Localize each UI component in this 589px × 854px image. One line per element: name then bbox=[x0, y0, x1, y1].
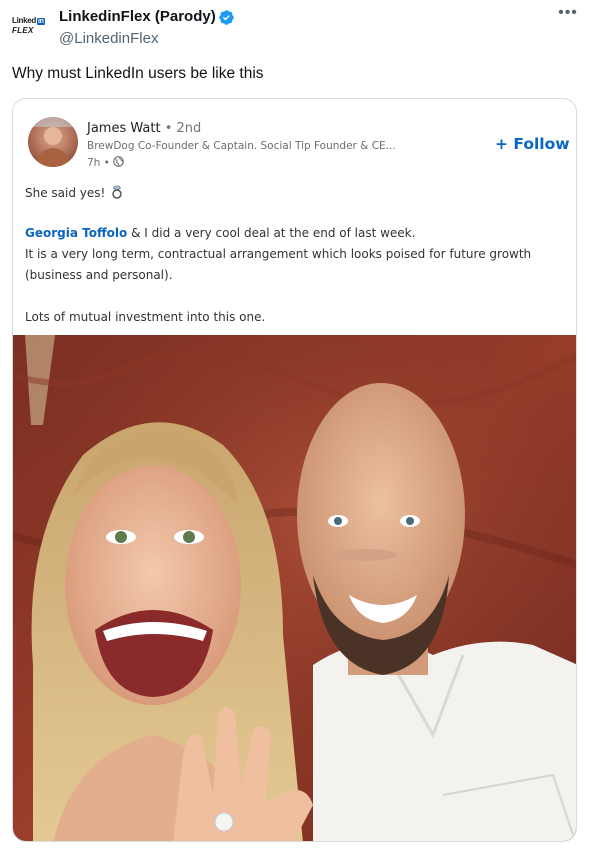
post-line-1: She said yes! bbox=[25, 185, 123, 200]
logo-text: Linked in bbox=[12, 16, 45, 25]
author-headline: BrewDog Co-Founder & Captain. Social Tip… bbox=[87, 140, 396, 152]
more-dots-icon[interactable]: ••• bbox=[558, 5, 578, 26]
post-time: 7h • bbox=[87, 156, 125, 169]
post-line-4: (business and personal). bbox=[25, 268, 173, 282]
globe-icon bbox=[113, 156, 125, 167]
account-name[interactable]: LinkedinFlex (Parody) bbox=[59, 8, 216, 25]
mention-link[interactable]: Georgia Toffolo bbox=[25, 226, 127, 240]
post-photo[interactable] bbox=[13, 335, 577, 842]
logo-flex-text: FLEX bbox=[12, 26, 34, 35]
author-name[interactable]: James Watt • 2nd bbox=[87, 121, 201, 136]
post-line-5: Lots of mutual investment into this one. bbox=[25, 310, 266, 324]
account-handle[interactable]: @LinkedinFlex bbox=[59, 30, 158, 47]
post-line-2: Georgia Toffolo & I did a very cool deal… bbox=[25, 226, 416, 240]
author-avatar bbox=[28, 117, 78, 167]
verified-badge-icon bbox=[219, 10, 234, 25]
embedded-image-card[interactable]: James Watt • 2nd BrewDog Co-Founder & Ca… bbox=[12, 98, 577, 842]
tweet-text: Why must LinkedIn users be like this bbox=[12, 65, 264, 82]
post-line-3: It is a very long term, contractual arra… bbox=[25, 247, 532, 261]
tweet: Linked in FLEX LinkedinFlex (Parody) @Lin… bbox=[0, 0, 589, 854]
ring-icon bbox=[112, 185, 122, 199]
follow-button[interactable]: + Follow bbox=[495, 135, 570, 153]
account-avatar[interactable]: Linked in FLEX bbox=[12, 16, 50, 38]
